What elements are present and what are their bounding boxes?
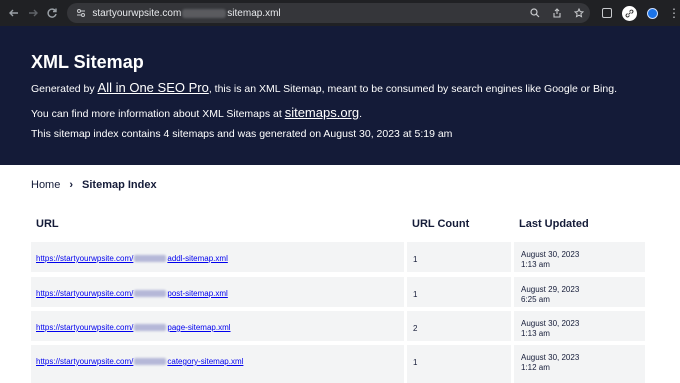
generated-prefix: Generated by: [31, 83, 98, 95]
sitemap-link[interactable]: https://startyourwpsite.com/page-sitemap…: [36, 323, 231, 332]
address-path: sitemap.xml: [227, 7, 281, 19]
bookmark-star-icon[interactable]: [573, 8, 584, 18]
address-text: startyourwpsite.com sitemap.xml: [92, 8, 280, 19]
sitemap-header: XML Sitemap Generated by All in One SEO …: [0, 26, 680, 165]
url-count: 1: [413, 358, 418, 367]
url-count: 2: [413, 324, 418, 333]
index-summary-text: This sitemap index contains 4 sitemaps a…: [31, 128, 453, 140]
url-count: 1: [413, 290, 418, 299]
sitemap-link-file: post-sitemap.xml: [167, 289, 228, 298]
redacted-path: [182, 8, 227, 18]
menu-dots-icon[interactable]: ⋮: [668, 7, 680, 19]
back-button[interactable]: [4, 3, 23, 23]
tab-search-icon[interactable]: [601, 8, 612, 18]
table-row: https://startyourwpsite.com/addl-sitemap…: [31, 242, 645, 272]
sitemap-link[interactable]: https://startyourwpsite.com/post-sitemap…: [36, 289, 228, 298]
sitemap-link-prefix: https://startyourwpsite.com/: [36, 289, 134, 298]
generated-by-text: Generated by All in One SEO Pro, this is…: [31, 80, 617, 95]
last-updated: August 30, 2023 1:13 am: [521, 319, 579, 339]
address-bar[interactable]: startyourwpsite.com sitemap.xml: [67, 3, 590, 23]
last-updated-time: 1:13 am: [521, 329, 550, 338]
column-header-url-count: URL Count: [412, 218, 470, 230]
last-updated-date: August 30, 2023: [521, 250, 580, 259]
column-header-last-updated: Last Updated: [519, 218, 589, 230]
last-updated: August 30, 2023 1:13 am: [521, 250, 579, 270]
last-updated-date: August 30, 2023: [521, 353, 580, 362]
extension-link-icon[interactable]: [621, 5, 637, 21]
sitemap-link-prefix: https://startyourwpsite.com/: [36, 254, 134, 263]
info-prefix: You can find more information about XML …: [31, 108, 285, 120]
table-row: https://startyourwpsite.com/post-sitemap…: [31, 277, 645, 307]
breadcrumb: Home › Sitemap Index: [31, 179, 157, 191]
last-updated-time: 1:13 am: [521, 260, 550, 269]
share-icon[interactable]: [552, 8, 562, 18]
sitemap-link-file: addl-sitemap.xml: [167, 254, 228, 263]
last-updated-time: 6:25 am: [521, 295, 550, 304]
zoom-icon[interactable]: [530, 8, 540, 18]
sitemap-link-file: category-sitemap.xml: [167, 357, 244, 366]
breadcrumb-current: Sitemap Index: [82, 179, 157, 191]
last-updated-date: August 30, 2023: [521, 319, 580, 328]
breadcrumb-home[interactable]: Home: [31, 179, 60, 191]
profile-avatar-icon[interactable]: [646, 7, 658, 19]
sitemap-link[interactable]: https://startyourwpsite.com/category-sit…: [36, 357, 243, 366]
last-updated: August 29, 2023 6:25 am: [521, 285, 579, 305]
sitemap-link-prefix: https://startyourwpsite.com/: [36, 357, 134, 366]
arrow-left-icon: [8, 9, 18, 17]
sitemap-link-prefix: https://startyourwpsite.com/: [36, 323, 134, 332]
reload-button[interactable]: [42, 3, 61, 23]
forward-button[interactable]: [23, 3, 42, 23]
redacted-path: [134, 290, 167, 297]
chevron-right-icon: ›: [69, 179, 74, 191]
browser-toolbar: startyourwpsite.com sitemap.xml ⋮: [0, 0, 680, 26]
last-updated: August 30, 2023 1:12 am: [521, 353, 579, 373]
table-row: https://startyourwpsite.com/page-sitemap…: [31, 311, 645, 341]
info-suffix: .: [359, 108, 363, 120]
table-row: https://startyourwpsite.com/category-sit…: [31, 345, 645, 383]
sitemap-link[interactable]: https://startyourwpsite.com/addl-sitemap…: [36, 254, 228, 263]
sitemap-link-file: page-sitemap.xml: [167, 323, 231, 332]
reload-icon: [47, 8, 57, 18]
last-updated-date: August 29, 2023: [521, 285, 580, 294]
generated-suffix: , this is an XML Sitemap, meant to be co…: [208, 83, 617, 95]
address-domain: startyourwpsite.com: [92, 7, 182, 19]
more-info-text: You can find more information about XML …: [31, 105, 362, 120]
redacted-path: [134, 255, 167, 262]
aioseo-link[interactable]: All in One SEO Pro: [98, 80, 209, 95]
arrow-right-icon: [28, 9, 38, 17]
sitemaps-org-link[interactable]: sitemaps.org: [285, 105, 359, 120]
site-info-icon[interactable]: [75, 7, 87, 19]
last-updated-time: 1:12 am: [521, 363, 550, 372]
page-title: XML Sitemap: [31, 52, 144, 72]
redacted-path: [134, 324, 167, 331]
url-count: 1: [413, 255, 418, 264]
redacted-path: [134, 358, 167, 365]
column-header-url: URL: [36, 218, 59, 230]
